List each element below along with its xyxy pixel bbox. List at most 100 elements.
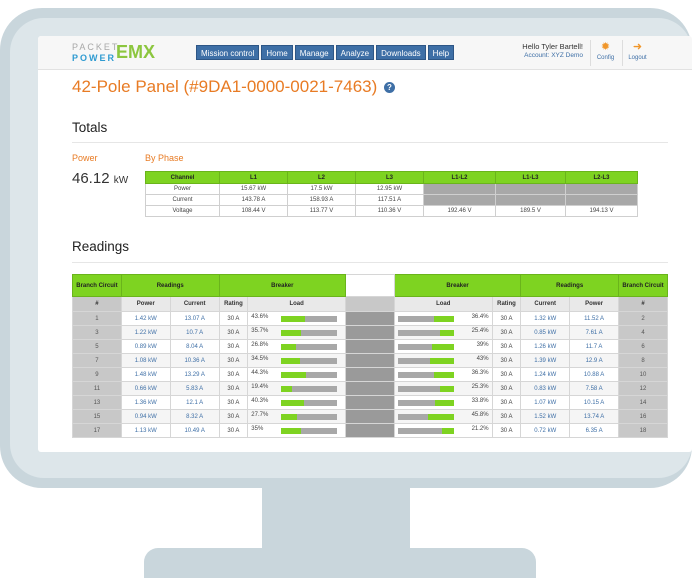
page-title: 42-Pole Panel (#9DA1-0000-0021-7463) ? <box>72 77 395 97</box>
branch-number-left: 7 <box>72 353 122 368</box>
phase-table-header: Channel L1 L2 L3 L1-L2 L1-L3 L2-L3 <box>145 171 638 184</box>
branch-number-right: 18 <box>618 423 668 438</box>
table-row[interactable]: 17 1.13 kW 10.49 A 30 A 35% 21.2% 30 A 0.72 kW 6… <box>72 423 668 438</box>
table-row[interactable]: 1 1.42 kW 13.07 A 30 A 43.6% 36.4% 30 A 1.32 kW… <box>72 311 668 326</box>
load-bar-fill <box>281 414 298 420</box>
rating-value-left: 30 A <box>218 339 249 354</box>
nav-home[interactable]: Home <box>261 45 293 60</box>
row-gap <box>345 423 395 438</box>
nav-mission-control[interactable]: Mission control <box>196 45 260 60</box>
load-bar <box>397 358 454 364</box>
col-load-left[interactable]: Load <box>247 296 347 312</box>
row-gap <box>345 353 395 368</box>
phase-table: Channel L1 L2 L3 L1-L2 L1-L3 L2-L3 Power… <box>145 171 638 217</box>
logout-button[interactable]: ➜ Logout <box>622 40 652 66</box>
power-value-left: 1.48 kW <box>120 367 171 382</box>
load-percent: 25.4% <box>471 328 489 334</box>
col-current-left[interactable]: Current <box>169 296 220 312</box>
power-value-right: 6.35 A <box>569 423 620 438</box>
nav-downloads[interactable]: Downloads <box>376 45 426 60</box>
phase-cell-empty <box>495 194 566 206</box>
monitor-stand-base <box>144 548 536 578</box>
current-value-right: 0.85 kW <box>520 325 571 340</box>
total-power-value: 46.12 kW <box>72 170 128 187</box>
table-row[interactable]: 9 1.48 kW 13.29 A 30 A 44.3% 36.3% 30 A 1.24 kW… <box>72 367 668 382</box>
group-breaker-left: Breaker <box>218 274 347 297</box>
user-account-link[interactable]: Account: XYZ Demo <box>488 51 583 60</box>
load-bar-fill <box>434 400 454 406</box>
config-button[interactable]: ✹ Config <box>590 40 620 66</box>
current-value-right: 0.72 kW <box>520 423 571 438</box>
col-power-left[interactable]: Power <box>120 296 171 312</box>
table-row[interactable]: 5 0.89 kW 8.04 A 30 A 26.8% 39% 30 A 1.26 kW 11.… <box>72 339 668 354</box>
load-percent: 35.7% <box>251 328 269 334</box>
load-percent: 36.4% <box>471 314 489 320</box>
load-cell-left: 40.3% <box>247 395 347 410</box>
col-num-right: # <box>618 296 668 312</box>
branch-number-right: 4 <box>618 325 668 340</box>
table-row[interactable]: 13 1.36 kW 12.1 A 30 A 40.3% 33.8% 30 A 1.07 kW… <box>72 395 668 410</box>
phase-row-label: Power <box>145 183 220 195</box>
rating-value-right: 30 A <box>491 409 522 424</box>
current-value-right: 0.83 kW <box>520 381 571 396</box>
load-bar <box>397 372 454 378</box>
load-bar-fill <box>281 330 302 336</box>
load-percent: 34.5% <box>251 356 269 362</box>
power-value-left: 0.66 kW <box>120 381 171 396</box>
table-row[interactable]: 7 1.08 kW 10.36 A 30 A 34.5% 43% 30 A 1.39 kW 12… <box>72 353 668 368</box>
load-bar <box>281 400 338 406</box>
nav-manage[interactable]: Manage <box>294 45 334 60</box>
table-row[interactable]: 3 1.22 kW 10.7 A 30 A 35.7% 25.4% 30 A 0.85 kW 7… <box>72 325 668 340</box>
current-value-left: 5.83 A <box>169 381 220 396</box>
branch-number-right: 8 <box>618 353 668 368</box>
phase-cell: 194.13 V <box>565 205 638 217</box>
page-title-text: 42-Pole Panel (#9DA1-0000-0021-7463) <box>72 77 378 96</box>
rating-value-right: 30 A <box>491 381 522 396</box>
branch-number-left: 1 <box>72 311 122 326</box>
load-bar-fill <box>427 414 454 420</box>
power-value-left: 1.36 kW <box>120 395 171 410</box>
load-cell-right: 43% <box>393 353 493 368</box>
load-bar <box>397 330 454 336</box>
power-value-right: 11.7 A <box>569 339 620 354</box>
col-rating-right[interactable]: Rating <box>491 296 522 312</box>
phase-cell: 12.95 kW <box>355 183 424 195</box>
load-percent: 19.4% <box>251 384 269 390</box>
config-label: Config <box>596 55 615 61</box>
load-bar-fill <box>281 358 301 364</box>
load-bar-fill <box>429 358 454 364</box>
phase-cell: 113.77 V <box>287 205 356 217</box>
row-gap <box>345 339 395 354</box>
load-cell-left: 35% <box>247 423 347 438</box>
load-bar <box>397 414 454 420</box>
nav-help[interactable]: Help <box>427 45 455 60</box>
table-row[interactable]: 11 0.66 kW 5.83 A 30 A 19.4% 25.3% 30 A 0.83 kW… <box>72 381 668 396</box>
rating-value-left: 30 A <box>218 311 249 326</box>
row-gap <box>345 311 395 326</box>
table-row[interactable]: 15 0.94 kW 8.32 A 30 A 27.7% 45.8% 30 A 1.52 kW… <box>72 409 668 424</box>
logout-label: Logout <box>628 55 647 61</box>
phase-cell-empty <box>495 183 566 195</box>
col-power-right[interactable]: Power <box>569 296 620 312</box>
phase-cell-empty <box>565 194 638 206</box>
phase-row-power: Power 15.67 kW 17.5 kW 12.95 kW <box>145 183 638 195</box>
row-gap <box>345 409 395 424</box>
col-current-right[interactable]: Current <box>520 296 571 312</box>
phase-cell: 15.67 kW <box>219 183 288 195</box>
col-rating-left[interactable]: Rating <box>218 296 249 312</box>
phase-cell-empty <box>423 183 496 195</box>
packet-power-logo[interactable]: PACKET POWER EMX <box>72 42 155 63</box>
logo-packet-text: PACKET <box>72 42 120 52</box>
load-cell-left: 43.6% <box>247 311 347 326</box>
load-cell-right: 33.8% <box>393 395 493 410</box>
load-bar <box>281 386 338 392</box>
help-icon[interactable]: ? <box>384 82 395 94</box>
nav-analyze[interactable]: Analyze <box>335 45 375 60</box>
rating-value-right: 30 A <box>491 339 522 354</box>
readings-group-header: Branch Circuit Readings Breaker Breaker … <box>72 274 668 297</box>
group-gap <box>345 274 395 297</box>
phase-col-header: L2-L3 <box>565 171 638 184</box>
by-phase-label: By Phase <box>145 153 184 163</box>
branch-number-right: 10 <box>618 367 668 382</box>
col-load-right[interactable]: Load <box>393 296 493 312</box>
